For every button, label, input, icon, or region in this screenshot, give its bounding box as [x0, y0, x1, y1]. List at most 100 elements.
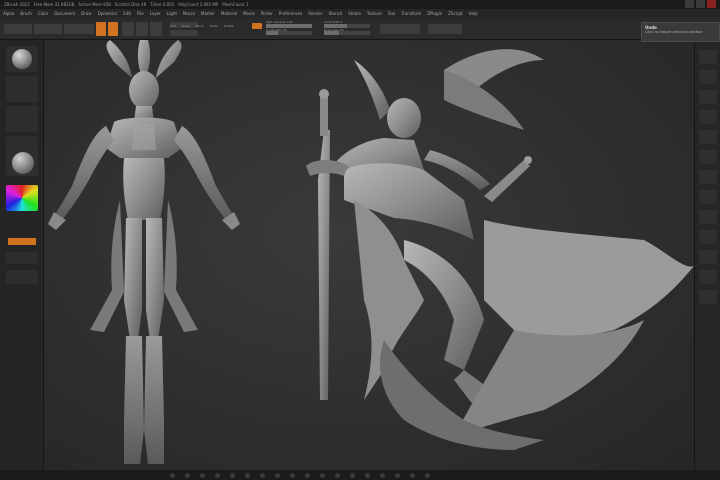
brush-thumbnail[interactable]	[6, 46, 38, 72]
menu-item-preferences[interactable]: Preferences	[279, 11, 303, 16]
local-button[interactable]	[699, 210, 717, 224]
aahalf-button[interactable]	[699, 150, 717, 164]
bottom-shelf-slot[interactable]	[410, 472, 415, 478]
title-segment: Free Mem 31.982GB	[33, 2, 75, 7]
actual-button[interactable]	[699, 130, 717, 144]
menu-item-dynamics[interactable]: Dynamics	[98, 11, 118, 16]
a-pose-figure	[48, 40, 240, 464]
material-thumbnail[interactable]	[6, 150, 38, 176]
bottom-shelf-slot[interactable]	[320, 472, 325, 478]
draw-size-label: Draw Size 64	[324, 28, 344, 32]
scale-button[interactable]	[136, 22, 148, 36]
bottom-shelf-slot[interactable]	[350, 472, 355, 478]
shelf-label-scale: Scale	[209, 24, 218, 28]
menu-item-stencil[interactable]: Stencil	[329, 11, 343, 16]
menu-item-render[interactable]: Render	[308, 11, 322, 16]
secondary-color-swatch[interactable]	[6, 252, 38, 264]
bottom-shelf-slot[interactable]	[395, 472, 400, 478]
bottom-shelf-slot[interactable]	[365, 472, 370, 478]
undo-tooltip: Undo Click to restore previous position	[641, 22, 720, 42]
menu-item-color[interactable]: Color	[38, 11, 48, 16]
edit-mode-button[interactable]	[96, 22, 106, 36]
menu-item-material[interactable]: Material	[221, 11, 237, 16]
bottom-shelf-slot[interactable]	[290, 472, 295, 478]
material-sphere-icon	[12, 152, 34, 174]
menu-item-edit[interactable]: Edit	[123, 11, 131, 16]
menu-item-file[interactable]: File	[137, 11, 144, 16]
bottom-shelf-slot[interactable]	[425, 472, 430, 478]
menu-item-transform[interactable]: Transform	[401, 11, 421, 16]
menu-item-document[interactable]: Document	[54, 11, 75, 16]
bottom-shelf-slot[interactable]	[215, 472, 220, 478]
bottom-shelf-slot[interactable]	[380, 472, 385, 478]
zoom-button[interactable]	[699, 110, 717, 124]
scroll-button[interactable]	[699, 90, 717, 104]
menu-item-light[interactable]: Light	[167, 11, 177, 16]
menu-item-marker[interactable]: Marker	[201, 11, 215, 16]
move-view-button[interactable]	[699, 250, 717, 264]
title-segment: Active Mem 958	[78, 2, 111, 7]
zadd-button[interactable]	[170, 30, 198, 36]
title-segment: MeshCount 1	[222, 2, 249, 7]
sculpt-render	[48, 40, 694, 464]
menu-item-stroke[interactable]: Stroke	[348, 11, 361, 16]
menu-item-macro[interactable]: Macro	[183, 11, 195, 16]
menu-item-picker[interactable]: Picker	[261, 11, 273, 16]
live-boolean-button[interactable]	[64, 24, 94, 34]
spix-button[interactable]	[699, 70, 717, 84]
bottom-shelf-slot[interactable]	[185, 472, 190, 478]
bottom-shelf-slot[interactable]	[245, 472, 250, 478]
title-segment: Timer 0.001	[150, 2, 175, 7]
persp-button[interactable]	[699, 170, 717, 184]
bpr-button[interactable]	[699, 50, 717, 64]
action-pose-figure	[306, 49, 694, 450]
color-picker[interactable]	[6, 185, 38, 211]
switch-color-button[interactable]	[6, 270, 38, 284]
floor-button[interactable]	[699, 190, 717, 204]
move-button[interactable]	[122, 22, 134, 36]
menu-item-brush[interactable]: Brush	[20, 11, 32, 16]
window-maximize-icon[interactable]	[696, 0, 705, 8]
zadd-active-toggle[interactable]	[252, 23, 262, 29]
menu-item-draw[interactable]: Draw	[81, 11, 91, 16]
zoom3d-button[interactable]	[699, 270, 717, 284]
menu-item-help[interactable]: Help	[469, 11, 478, 16]
tooltip-description: Click to restore previous position	[645, 30, 703, 34]
shelf-label-draw: Draw	[181, 24, 190, 28]
focal-shift-label: Focal Shift 0	[324, 20, 343, 24]
window-titlebar: ZBrush 2022 Free Mem 31.982GB Active Mem…	[0, 0, 720, 9]
bottom-shelf-slot[interactable]	[275, 472, 280, 478]
bottom-shelf-slot[interactable]	[305, 472, 310, 478]
window-minimize-icon[interactable]	[685, 0, 694, 8]
draw-mode-button[interactable]	[108, 22, 118, 36]
title-segment: ZBrush 2022	[4, 2, 30, 7]
lightbox-button[interactable]	[34, 24, 62, 34]
bottom-shelf-slot[interactable]	[260, 472, 265, 478]
menu-item-movie[interactable]: Movie	[243, 11, 255, 16]
quick-sketch-button[interactable]	[4, 24, 32, 34]
menu-item-layer[interactable]: Layer	[150, 11, 161, 16]
bottom-shelf-slot[interactable]	[230, 472, 235, 478]
menu-item-texture[interactable]: Texture	[367, 11, 382, 16]
frame-button[interactable]	[699, 230, 717, 244]
canvas-viewport[interactable]	[44, 40, 694, 470]
menu-item-zscript[interactable]: ZScript	[448, 11, 462, 16]
z-intensity-label: Z Intensity 25	[266, 28, 287, 32]
bottom-shelf-slot[interactable]	[335, 472, 340, 478]
title-segment: PolyCount 2.095 MP	[178, 2, 219, 7]
menu-item-zplugin[interactable]: ZPlugin	[427, 11, 442, 16]
bottom-shelf-slot[interactable]	[200, 472, 205, 478]
main-color-swatch[interactable]	[8, 238, 36, 245]
shelf-labels: Edit Draw Move Scale Rotate	[170, 24, 234, 28]
window-controls	[685, 0, 716, 8]
bottom-shelf-slot[interactable]	[170, 472, 175, 478]
shelf-label-edit: Edit	[170, 24, 176, 28]
rotate-view-button[interactable]	[699, 290, 717, 304]
dynamic-toggle[interactable]	[380, 24, 420, 34]
menu-item-alpha[interactable]: Alpha	[3, 11, 14, 16]
alpha-thumbnail[interactable]	[6, 106, 38, 132]
window-close-icon[interactable]	[707, 0, 716, 8]
stroke-thumbnail[interactable]	[6, 76, 38, 102]
menu-item-tool[interactable]: Tool	[388, 11, 396, 16]
rotate-button[interactable]	[150, 22, 162, 36]
